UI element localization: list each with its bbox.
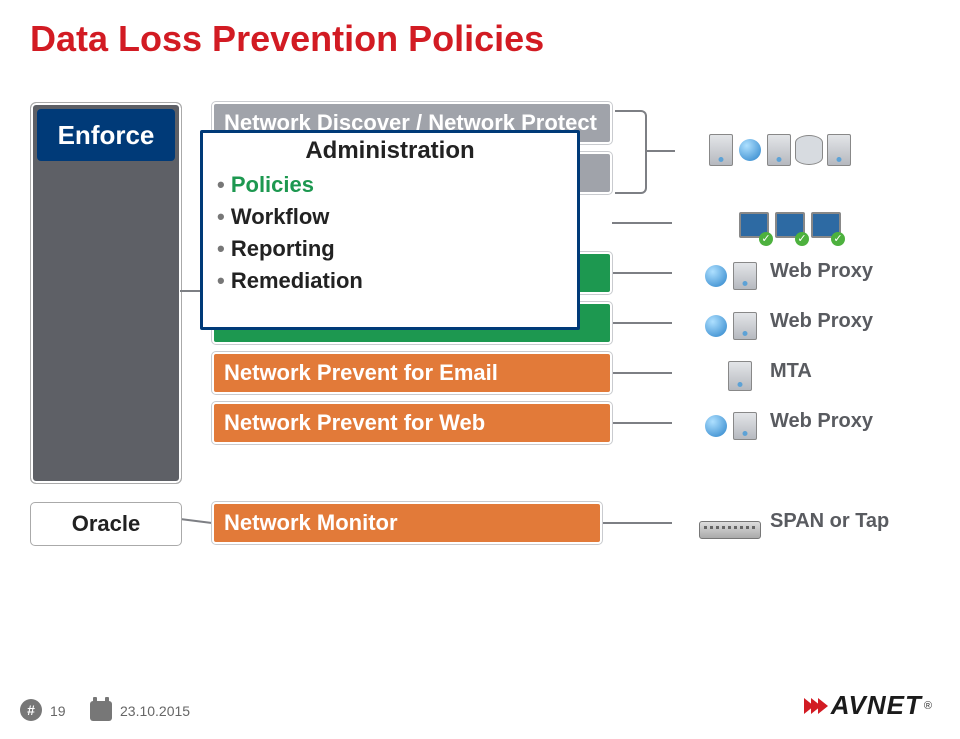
administration-panel: Administration Policies Workflow Reporti… [200,130,580,330]
connector-mobile-prevent [612,272,672,274]
icon-servers-storage [680,130,880,170]
admin-item-remediation: Remediation [217,265,563,297]
server-icon [728,361,752,391]
monitor-icon: ✓ [739,212,769,238]
server-icon [827,134,851,166]
administration-list: Policies Workflow Reporting Remediation [217,169,563,297]
calendar-icon [90,701,112,721]
check-icon: ✓ [831,232,845,246]
server-icon [733,412,757,440]
monitor-icon: ✓ [775,212,805,238]
slide-title: Data Loss Prevention Policies [30,18,544,60]
page-hash-icon: # [20,699,42,721]
bracket-arm [645,150,675,152]
globe-icon [705,315,727,337]
slide-date: 23.10.2015 [120,703,190,719]
bracket-discover [615,110,647,194]
server-icon [767,134,791,166]
label-mta: MTA [770,360,812,383]
enforce-panel: Enforce [30,102,182,484]
globe-icon [705,265,727,287]
connector-prevent-email [612,372,672,374]
label-web-proxy-1: Web Proxy [770,260,873,283]
label-span-tap: SPAN or Tap [770,510,889,533]
monitor-icon: ✓ [811,212,841,238]
check-icon: ✓ [795,232,809,246]
oracle-box: Oracle [30,502,182,546]
connector-mobile-email [612,322,672,324]
server-icon [733,312,757,340]
connector-prevent-web [612,422,672,424]
admin-item-policies: Policies [217,169,563,201]
server-icon [709,134,733,166]
label-web-proxy-2: Web Proxy [770,310,873,333]
globe-icon [705,415,727,437]
administration-title: Administration [217,137,563,165]
database-icon [795,135,823,165]
icon-endpoints: ✓ ✓ ✓ [700,205,880,245]
registered-mark: ® [924,700,932,712]
slide-footer: # 19 23.10.2015 AVNET ® [0,691,960,721]
network-switch-icon [699,521,761,539]
icon-web-proxy [685,406,775,446]
enforce-label: Enforce [37,109,175,161]
icon-web-proxy [685,306,775,346]
slide: Data Loss Prevention Policies Enforce Or… [0,0,960,739]
globe-icon [739,139,761,161]
box-network-prevent-email: Network Prevent for Email [212,352,612,394]
logo-text: AVNET [831,690,922,721]
box-network-monitor: Network Monitor [212,502,602,544]
box-network-prevent-web: Network Prevent for Web [212,402,612,444]
connector-oracle [180,518,212,524]
check-icon: ✓ [759,232,773,246]
admin-item-workflow: Workflow [217,201,563,233]
icon-switch [685,510,775,550]
server-icon [733,262,757,290]
label-web-proxy-3: Web Proxy [770,410,873,433]
avnet-logo: AVNET ® [804,690,932,721]
connector-monitor [602,522,672,524]
chevron-icon [818,698,828,714]
page-number: 19 [50,703,66,719]
icon-web-proxy [685,256,775,296]
connector-endpoint [612,222,672,224]
admin-item-reporting: Reporting [217,233,563,265]
